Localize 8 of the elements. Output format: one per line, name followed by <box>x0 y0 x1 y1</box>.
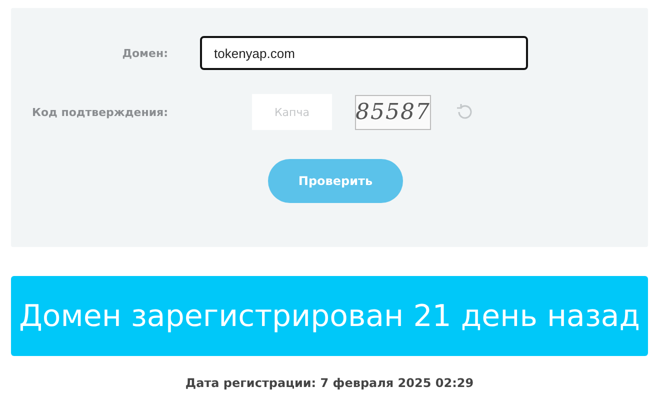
result-banner: Домен зарегистрирован 21 день назад <box>11 276 648 356</box>
domain-label: Домен: <box>121 46 168 60</box>
captcha-image: 85587 <box>355 94 431 130</box>
domain-input[interactable]: tokenyap.com <box>200 36 528 70</box>
code-label: Код подтверждения: <box>30 106 168 118</box>
registration-date: Дата регистрации: 7 февраля 2025 02:29 <box>184 376 475 390</box>
refresh-icon[interactable] <box>455 102 475 122</box>
captcha-input[interactable]: Капча <box>252 94 332 130</box>
